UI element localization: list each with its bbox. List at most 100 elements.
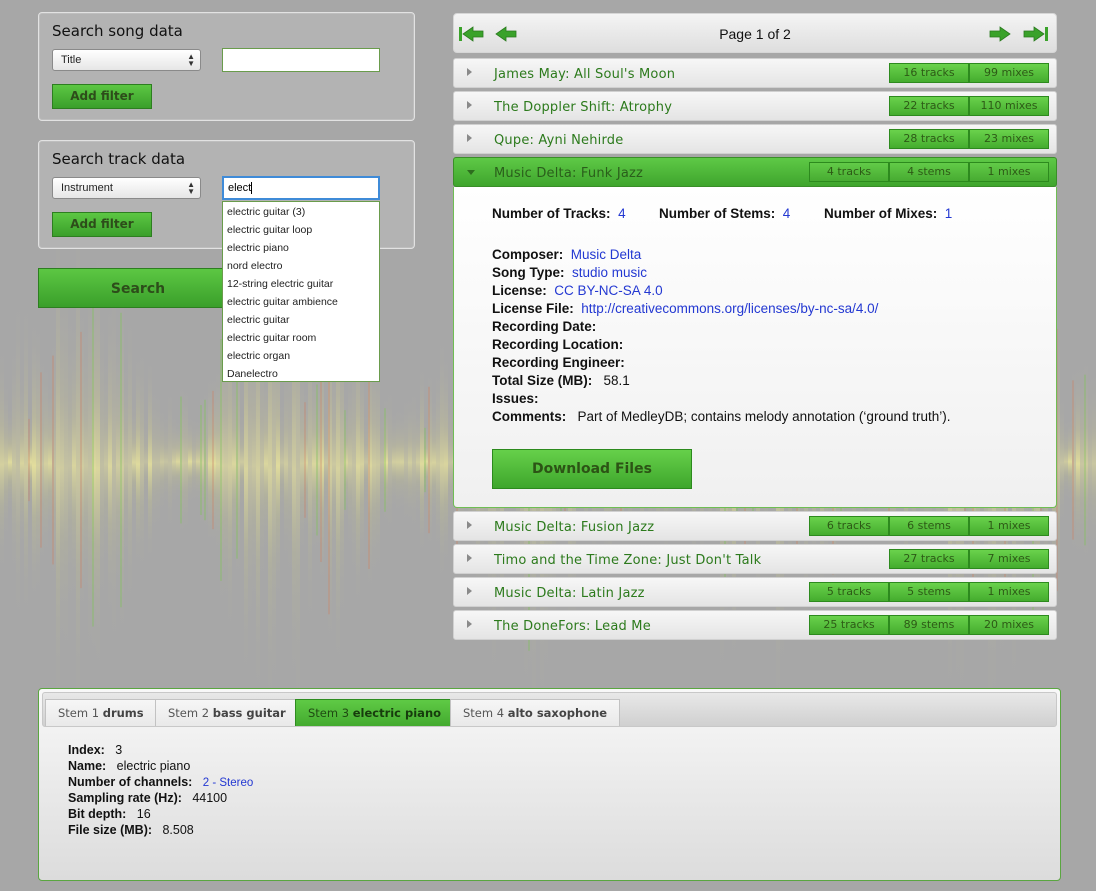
track-field-select[interactable]: Instrument ▲ ▼ [52,177,201,199]
wave-bar [88,250,92,670]
num-mixes-label: Number of Mixes: [824,206,938,221]
stems-badge: 5 stems [889,582,969,602]
wave-bar [408,394,412,526]
suggestion-item[interactable]: Danelectro [223,365,379,383]
wave-streak [52,355,54,565]
wave-bar [280,398,284,522]
tracks-badge: 27 tracks [889,549,969,569]
wave-streak [80,331,82,589]
wave-bar [64,251,68,669]
suggestion-item[interactable]: electric guitar (3) [223,203,379,221]
mixes-badge: 1 mixes [969,162,1049,182]
suggestion-item[interactable]: electric guitar ambience [223,293,379,311]
tracks-badge: 22 tracks [889,96,969,116]
tracks-badge: 6 tracks [809,516,889,536]
stem-name-value: electric piano [116,759,191,773]
tab-stem-1[interactable]: Stem 1 drums [45,699,157,726]
license-file-link[interactable]: http://creativecommons.org/licenses/by-n… [581,301,878,316]
expand-caret-icon [467,587,472,595]
download-files-button[interactable]: Download Files [492,449,692,489]
wave-bar [196,417,200,503]
tab-name: electric piano [352,706,442,720]
song-add-filter-button[interactable]: Add filter [52,84,152,109]
song-search-title: Search song data [52,22,183,40]
track-add-filter-button[interactable]: Add filter [52,212,152,237]
mixes-badge: 99 mixes [969,63,1049,83]
next-page-icon[interactable] [988,26,1012,42]
mixes-badge: 20 mixes [969,615,1049,635]
wave-streak [368,351,370,569]
song-row[interactable]: The Doppler Shift: Atrophy 22 tracks 110… [453,91,1057,121]
suggestion-item[interactable]: electric guitar room [223,329,379,347]
tracks-badge: 28 tracks [889,129,969,149]
wave-bar [176,419,180,501]
wave-streak [320,358,322,562]
license-link[interactable]: CC BY-NC-SA 4.0 [554,283,662,298]
wave-bar [1080,357,1084,563]
last-page-icon[interactable] [1023,26,1049,42]
mixes-badge: 23 mixes [969,129,1049,149]
wave-bar [1088,367,1092,553]
wave-bar [364,410,368,510]
wave-bar [72,315,76,605]
tab-stem-2[interactable]: Stem 2 bass guitar [155,699,299,726]
stem-tabbar: Stem 1 drums Stem 2 bass guitar Stem 3 e… [42,692,1057,727]
suggestion-item[interactable]: electric guitar [223,311,379,329]
suggestion-item[interactable]: electric guitar loop [223,221,379,239]
tab-stem-3[interactable]: Stem 3 electric piano [295,699,455,726]
song-title: James May: All Soul's Moon [494,67,676,82]
song-row[interactable]: Timo and the Time Zone: Just Don't Talk … [453,544,1057,574]
song-badges: 4 tracks 4 stems 1 mixes [809,162,1049,182]
wave-bar [312,363,316,557]
song-row[interactable]: Qupe: Ayni Nehirde 28 tracks 23 mixes [453,124,1057,154]
expand-caret-icon [467,134,472,142]
track-search-input[interactable]: elect [222,176,380,200]
stem-name-line: Name: electric piano [68,759,190,773]
suggestion-item[interactable]: 12-string electric guitar [223,275,379,293]
song-title: Qupe: Ayni Nehirde [494,133,624,148]
wave-bar [1064,418,1068,502]
wave-streak [316,384,318,536]
song-row[interactable]: The DoneFors: Lead Me 25 tracks 89 stems… [453,610,1057,640]
wave-bar [124,356,128,564]
song-title: Timo and the Time Zone: Just Don't Talk [494,553,762,568]
counts-line: Number of Tracks: 4 [492,206,626,221]
song-badges: 27 tracks 7 mixes [889,549,1049,569]
wave-bar [152,385,156,535]
song-badges: 25 tracks 89 stems 20 mixes [809,615,1049,635]
num-mixes-value: 1 [944,206,953,221]
wave-bar [416,403,420,517]
song-field-select[interactable]: Title ▲ ▼ [52,49,201,71]
wave-bar [232,359,236,561]
suggestion-item[interactable]: electric piano [223,239,379,257]
wave-bar [284,355,288,565]
song-search-input[interactable] [222,48,380,72]
tab-stem-4[interactable]: Stem 4 alto saxophone [450,699,621,726]
wave-streak [180,396,182,524]
song-row-expanded[interactable]: Music Delta: Funk Jazz 4 tracks 4 stems … [453,157,1057,187]
wave-bar [448,393,452,527]
stem-index-label: Index: [68,743,105,757]
recording-date-line: Recording Date: [492,319,596,334]
wave-bar [380,400,384,520]
expand-caret-icon [467,101,472,109]
comments-label: Comments: [492,409,567,424]
wave-bar [148,355,152,565]
stem-filesize-value: 8.508 [162,823,194,837]
suggestion-item[interactable]: nord electro [223,257,379,275]
wave-bar [1060,393,1064,527]
song-row[interactable]: Music Delta: Latin Jazz 5 tracks 5 stems… [453,577,1057,607]
song-row[interactable]: Music Delta: Fusion Jazz 6 tracks 6 stem… [453,511,1057,541]
song-row[interactable]: James May: All Soul's Moon 16 tracks 99 … [453,58,1057,88]
issues-line: Issues: [492,391,539,406]
stems-badge: 4 stems [889,162,969,182]
num-tracks-label: Number of Tracks: [492,206,611,221]
composer-link[interactable]: Music Delta [571,247,642,262]
suggestion-item[interactable]: electric organ [223,347,379,365]
wave-bar [60,263,64,657]
search-button[interactable]: Search [38,268,238,308]
stem-channels-link[interactable]: 2 - Stereo [203,777,254,789]
pager: Page 1 of 2 [453,13,1057,53]
song-type-link[interactable]: studio music [572,265,647,280]
wave-streak [344,410,346,510]
